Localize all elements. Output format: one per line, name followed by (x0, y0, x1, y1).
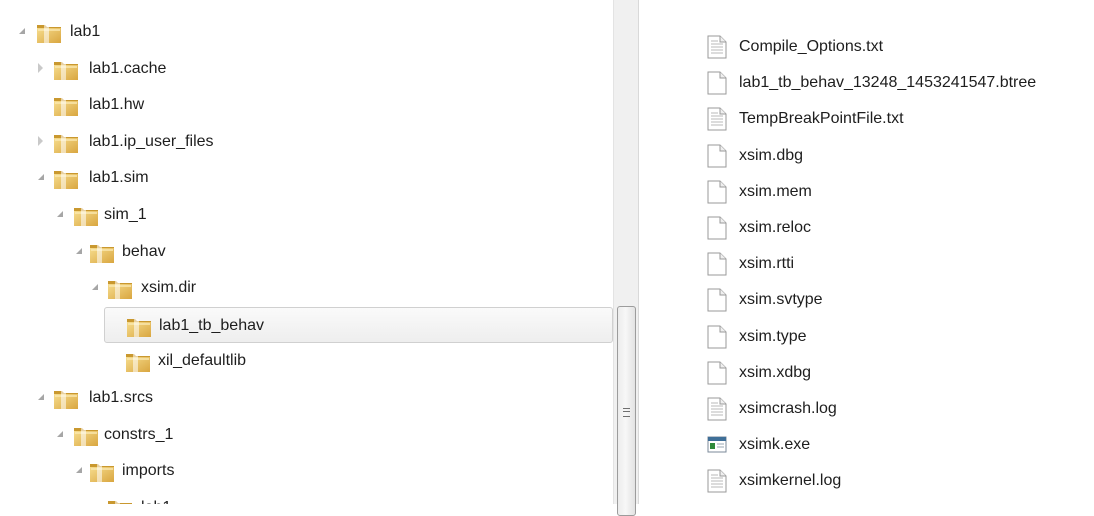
file-icon (707, 71, 727, 95)
file-item-label: xsim.reloc (739, 219, 812, 236)
file-item-label: xsimcrash.log (739, 400, 837, 417)
tree-item-lab1-cache[interactable]: lab1.cache (0, 51, 613, 87)
tree-item-behav[interactable]: behav (0, 234, 613, 270)
scrollbar-grip-icon (623, 408, 630, 417)
file-item-label: xsim.rtti (739, 255, 795, 272)
tree-item-imports[interactable]: imports (0, 453, 613, 489)
file-item-label: xsim.type (739, 328, 807, 345)
folder-icon (106, 277, 134, 301)
file-item-label: xsim.dbg (739, 147, 804, 164)
file-item[interactable]: xsim.reloc (639, 210, 1094, 246)
file-item[interactable]: xsimkernel.log (639, 463, 1094, 499)
file-icon (707, 288, 727, 312)
tree-item-label: sim_1 (104, 206, 147, 223)
file-item-label: xsimkernel.log (739, 472, 842, 489)
text-file-icon (707, 107, 727, 131)
vertical-scrollbar[interactable] (613, 0, 639, 516)
file-item[interactable]: xsim.type (639, 319, 1094, 355)
text-file-icon (707, 397, 727, 421)
file-icon (707, 325, 727, 349)
text-file-icon (707, 35, 727, 59)
expand-arrow-open-icon[interactable] (57, 211, 63, 217)
expand-arrow-open-icon[interactable] (76, 467, 82, 473)
file-item[interactable]: TempBreakPointFile.txt (639, 101, 1094, 137)
file-item-label: Compile_Options.txt (739, 38, 884, 55)
folder-tree-pane: lab1 lab1.cache lab1.hw lab1.ip_user_files l… (0, 0, 613, 504)
folder-icon (72, 424, 100, 448)
file-item[interactable]: xsimcrash.log (639, 391, 1094, 427)
tree-item-lab1-tb-behav[interactable]: lab1_tb_behav (104, 307, 613, 343)
tree-item-constrs-1[interactable]: constrs_1 (0, 417, 613, 453)
file-item[interactable]: lab1_tb_behav_13248_1453241547.btree (639, 65, 1094, 101)
file-item[interactable]: xsimk.exe (639, 427, 1094, 463)
exe-icon (707, 433, 727, 457)
tree-item-label: xil_defaultlib (158, 352, 247, 369)
file-icon (707, 216, 727, 240)
file-icon (707, 180, 727, 204)
tree-item-label: lab1.ip_user_files (89, 133, 214, 150)
file-list-pane: Compile_Options.txt lab1_tb_behav_13248_1… (639, 0, 1094, 504)
tree-item-label: lab1 (141, 498, 171, 504)
file-icon (707, 144, 727, 168)
file-item[interactable]: xsim.xdbg (639, 355, 1094, 391)
tree-item-label: lab1.cache (89, 60, 167, 77)
folder-icon (52, 167, 80, 191)
tree-item-label: lab1.hw (89, 96, 145, 113)
folder-icon (52, 131, 80, 155)
file-item[interactable]: xsim.rtti (639, 246, 1094, 282)
tree-item-lab1[interactable]: lab1 (0, 14, 613, 50)
expand-arrow-open-icon[interactable] (57, 431, 63, 437)
folder-icon (52, 387, 80, 411)
folder-icon (125, 315, 153, 339)
file-icon (707, 361, 727, 385)
folder-icon (88, 460, 116, 484)
tree-item-label: lab1.sim (89, 169, 149, 186)
file-item-label: TempBreakPointFile.txt (739, 110, 904, 127)
folder-icon (124, 350, 152, 374)
scrollbar-thumb[interactable] (617, 306, 636, 516)
expand-arrow-closed-icon[interactable] (38, 136, 43, 146)
tree-item-label: behav (122, 243, 166, 260)
file-icon (707, 252, 727, 276)
folder-icon (72, 204, 100, 228)
folder-icon (52, 58, 80, 82)
tree-item-xsim-dir[interactable]: xsim.dir (0, 270, 613, 306)
expand-arrow-open-icon[interactable] (38, 394, 44, 400)
file-item[interactable]: Compile_Options.txt (639, 29, 1094, 65)
tree-item-lab1-sim[interactable]: lab1.sim (0, 160, 613, 196)
tree-item-label: lab1_tb_behav (159, 317, 264, 334)
tree-item-label: constrs_1 (104, 426, 174, 443)
file-item[interactable]: xsim.svtype (639, 282, 1094, 318)
tree-item-lab1-hw[interactable]: lab1.hw (0, 87, 613, 123)
file-item[interactable]: xsim.mem (639, 174, 1094, 210)
file-item[interactable]: xsim.dbg (639, 138, 1094, 174)
tree-item-label: imports (122, 462, 175, 479)
tree-item-lab1-ip-user-files[interactable]: lab1.ip_user_files (0, 124, 613, 160)
file-item-label: lab1_tb_behav_13248_1453241547.btree (739, 74, 1037, 91)
tree-item-lab1-srcs[interactable]: lab1.srcs (0, 380, 613, 416)
folder-icon (35, 21, 63, 45)
expand-arrow-open-icon[interactable] (92, 284, 98, 290)
expand-arrow-closed-icon[interactable] (38, 63, 43, 73)
tree-item-xil-defaultlib[interactable]: xil_defaultlib (0, 343, 613, 379)
tree-item-sim-1[interactable]: sim_1 (0, 197, 613, 233)
tree-item-label: xsim.dir (141, 279, 197, 296)
expand-arrow-open-icon[interactable] (38, 174, 44, 180)
tree-item-lab1[interactable]: lab1 (0, 490, 613, 504)
tree-item-label: lab1.srcs (89, 389, 154, 406)
folder-icon (52, 94, 80, 118)
expand-arrow-open-icon[interactable] (76, 248, 82, 254)
tree-item-label: lab1 (70, 23, 101, 40)
file-item-label: xsimk.exe (739, 436, 811, 453)
file-item-label: xsim.svtype (739, 291, 823, 308)
folder-icon (88, 241, 116, 265)
text-file-icon (707, 469, 727, 493)
file-item-label: xsim.mem (739, 183, 812, 200)
folder-icon (106, 497, 134, 504)
expand-arrow-open-icon[interactable] (19, 28, 25, 34)
file-item-label: xsim.xdbg (739, 364, 812, 381)
